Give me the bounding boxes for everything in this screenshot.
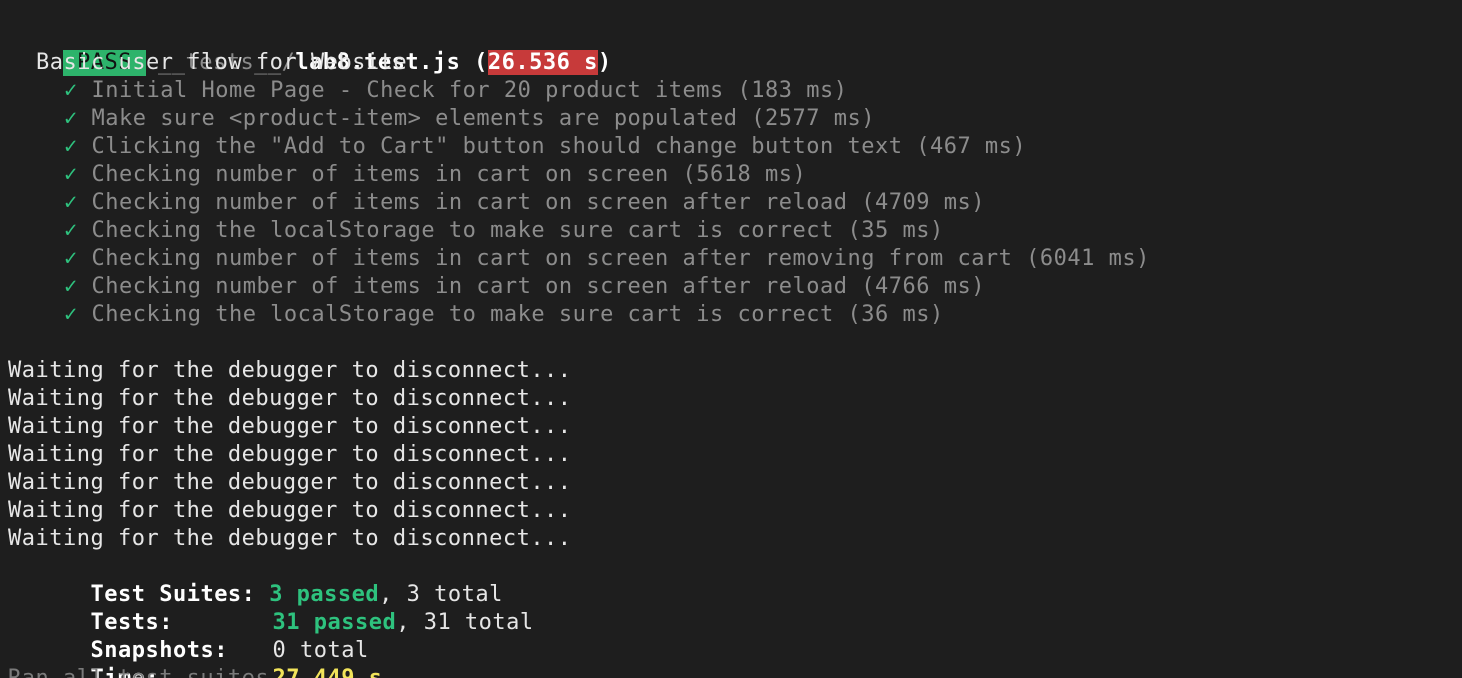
check-icon: ✓ [64,106,78,131]
check-icon: ✓ [64,246,78,271]
test-result-row: ✓ Checking the localStorage to make sure… [64,301,944,329]
log-line: Waiting for the debugger to disconnect..… [8,358,572,383]
test-name: Checking the localStorage to make sure c… [91,218,944,243]
close-paren: ) [597,50,612,75]
test-name: Checking number of items in cart on scre… [91,162,807,187]
check-icon: ✓ [64,134,78,159]
terminal-window[interactable]: PASS __tests__/lab8.test.js (26.536 s) Ba… [0,0,1462,678]
log-line: Waiting for the debugger to disconnect..… [8,470,572,495]
summary-time: Time:27.449 s [8,637,382,678]
test-result-row: ✓ Make sure <product-item> elements are … [64,105,875,133]
summary-footer: Ran all test suites. [8,665,283,678]
test-name: Make sure <product-item> elements are po… [91,106,875,131]
log-line: Waiting for the debugger to disconnect..… [8,526,572,551]
test-name: Checking number of items in cart on scre… [91,190,985,215]
slow-duration-badge: 26.536 s [487,50,598,75]
test-file-header: PASS __tests__/lab8.test.js (26.536 s) [8,21,612,76]
log-line: Waiting for the debugger to disconnect..… [8,386,572,411]
time-value: 27.449 s [272,666,382,678]
check-icon: ✓ [64,78,78,103]
open-paren: ( [474,50,488,75]
test-name: Checking the localStorage to make sure c… [91,302,944,327]
tests-total: , 31 total [396,610,534,635]
test-name: Checking number of items in cart on scre… [91,246,1150,271]
summary-snapshots: Snapshots: 0 total [8,609,369,663]
test-result-row: ✓ Clicking the "Add to Cart" button shou… [64,133,1026,161]
test-name: Clicking the "Add to Cart" button should… [91,134,1027,159]
test-result-row: ✓ Checking number of items in cart on sc… [64,273,985,301]
check-icon: ✓ [64,274,78,299]
test-result-row: ✓ Checking number of items in cart on sc… [64,245,1150,273]
check-icon: ✓ [64,162,78,187]
summary-tests: Tests: 31 passed, 31 total [8,581,534,635]
log-line: Waiting for the debugger to disconnect..… [8,442,572,467]
test-name: Initial Home Page - Check for 20 product… [91,78,848,103]
describe-title: Basic user flow for Website [36,50,408,75]
summary-suites: Test Suites: 3 passed, 3 total [8,553,503,607]
test-result-row: ✓ Checking the localStorage to make sure… [64,217,944,245]
check-icon: ✓ [64,218,78,243]
test-result-row: ✓ Checking number of items in cart on sc… [64,189,985,217]
check-icon: ✓ [64,302,78,327]
log-line: Waiting for the debugger to disconnect..… [8,414,572,439]
test-result-row: ✓ Checking number of items in cart on sc… [64,161,806,189]
log-line: Waiting for the debugger to disconnect..… [8,498,572,523]
check-icon: ✓ [64,190,78,215]
test-name: Checking number of items in cart on scre… [91,274,985,299]
test-result-row: ✓ Initial Home Page - Check for 20 produ… [64,77,847,105]
